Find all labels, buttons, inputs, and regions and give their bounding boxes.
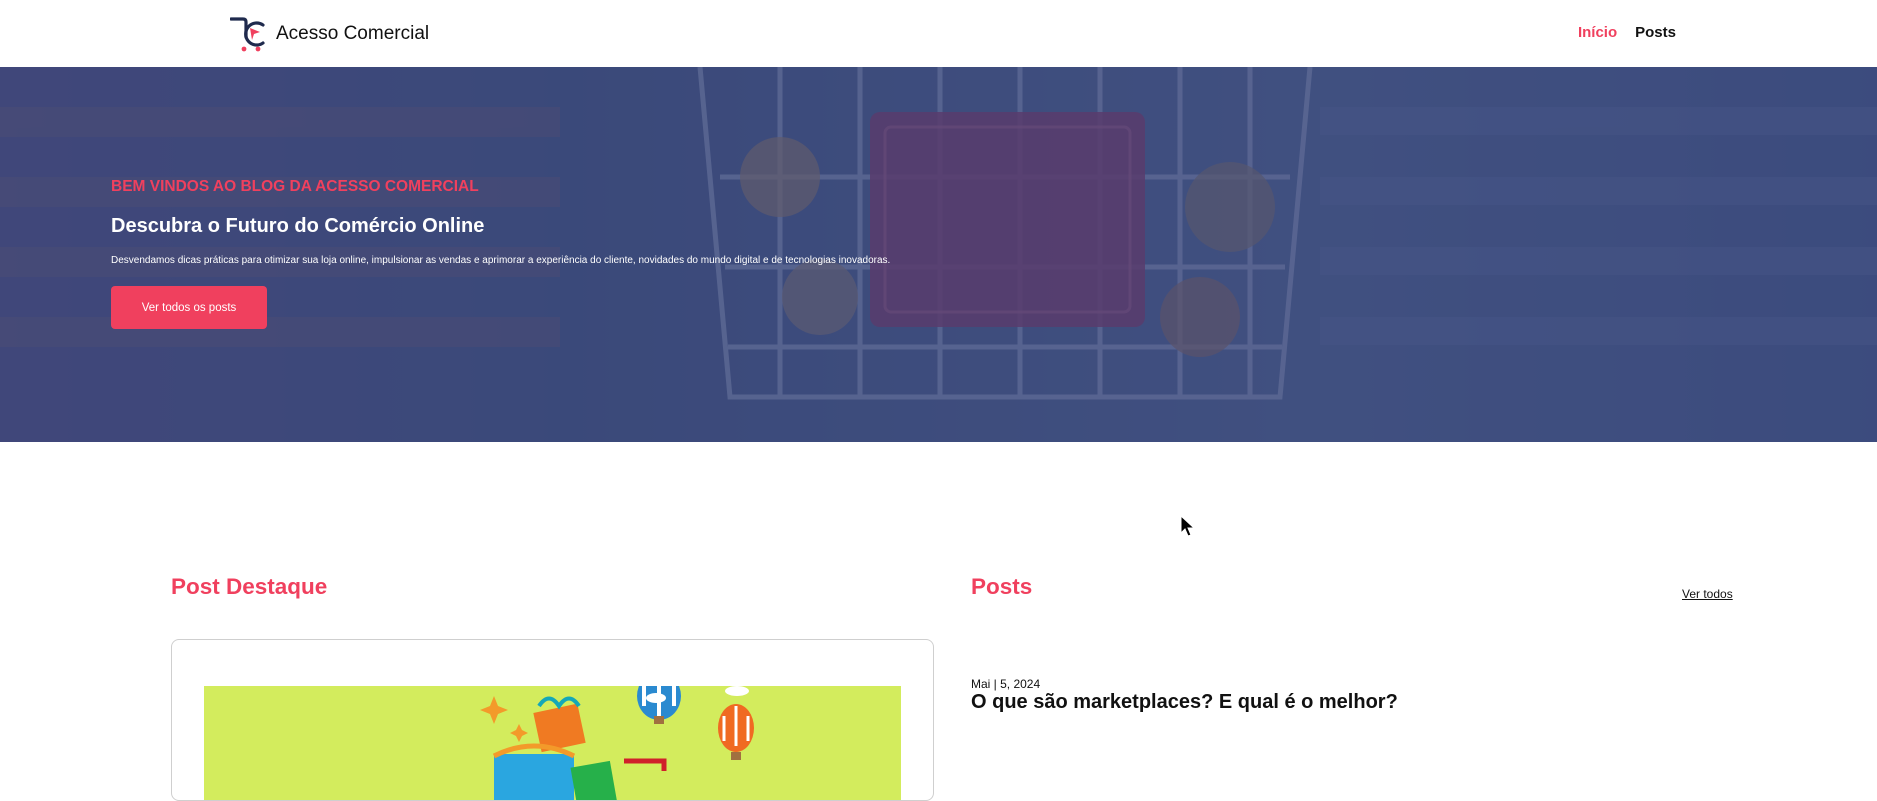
gifts-balloons-illustration bbox=[204, 686, 901, 800]
brand[interactable]: Acesso Comercial bbox=[230, 14, 429, 54]
nav-link-inicio[interactable]: Início bbox=[1578, 24, 1617, 41]
post-title-link[interactable]: O que são marketplaces? E qual é o melho… bbox=[971, 691, 1398, 714]
post-date: Mai | 5, 2024 bbox=[971, 677, 1041, 691]
brand-name: Acesso Comercial bbox=[276, 23, 430, 44]
main-nav: Início Posts bbox=[1578, 24, 1676, 41]
hero-description: Desvendamos dicas práticas para otimizar… bbox=[111, 255, 891, 266]
site-header: Acesso Comercial Início Posts bbox=[0, 0, 1877, 67]
nav-link-posts[interactable]: Posts bbox=[1635, 24, 1676, 41]
mouse-cursor-icon bbox=[1180, 515, 1196, 537]
see-all-posts-link[interactable]: Ver todos bbox=[1682, 587, 1733, 601]
posts-section-title: Posts bbox=[971, 574, 1033, 599]
shopping-cart-logo-icon bbox=[230, 17, 265, 52]
view-all-posts-button[interactable]: Ver todos os posts bbox=[111, 286, 267, 329]
hero-title: Descubra o Futuro do Comércio Online bbox=[111, 215, 485, 237]
featured-post-card[interactable] bbox=[171, 639, 934, 801]
hero-banner: BEM VINDOS AO BLOG DA ACESSO COMERCIAL D… bbox=[0, 67, 1877, 442]
hero-kicker: BEM VINDOS AO BLOG DA ACESSO COMERCIAL bbox=[111, 178, 479, 195]
featured-post-image bbox=[204, 686, 901, 800]
featured-section-title: Post Destaque bbox=[171, 574, 328, 599]
